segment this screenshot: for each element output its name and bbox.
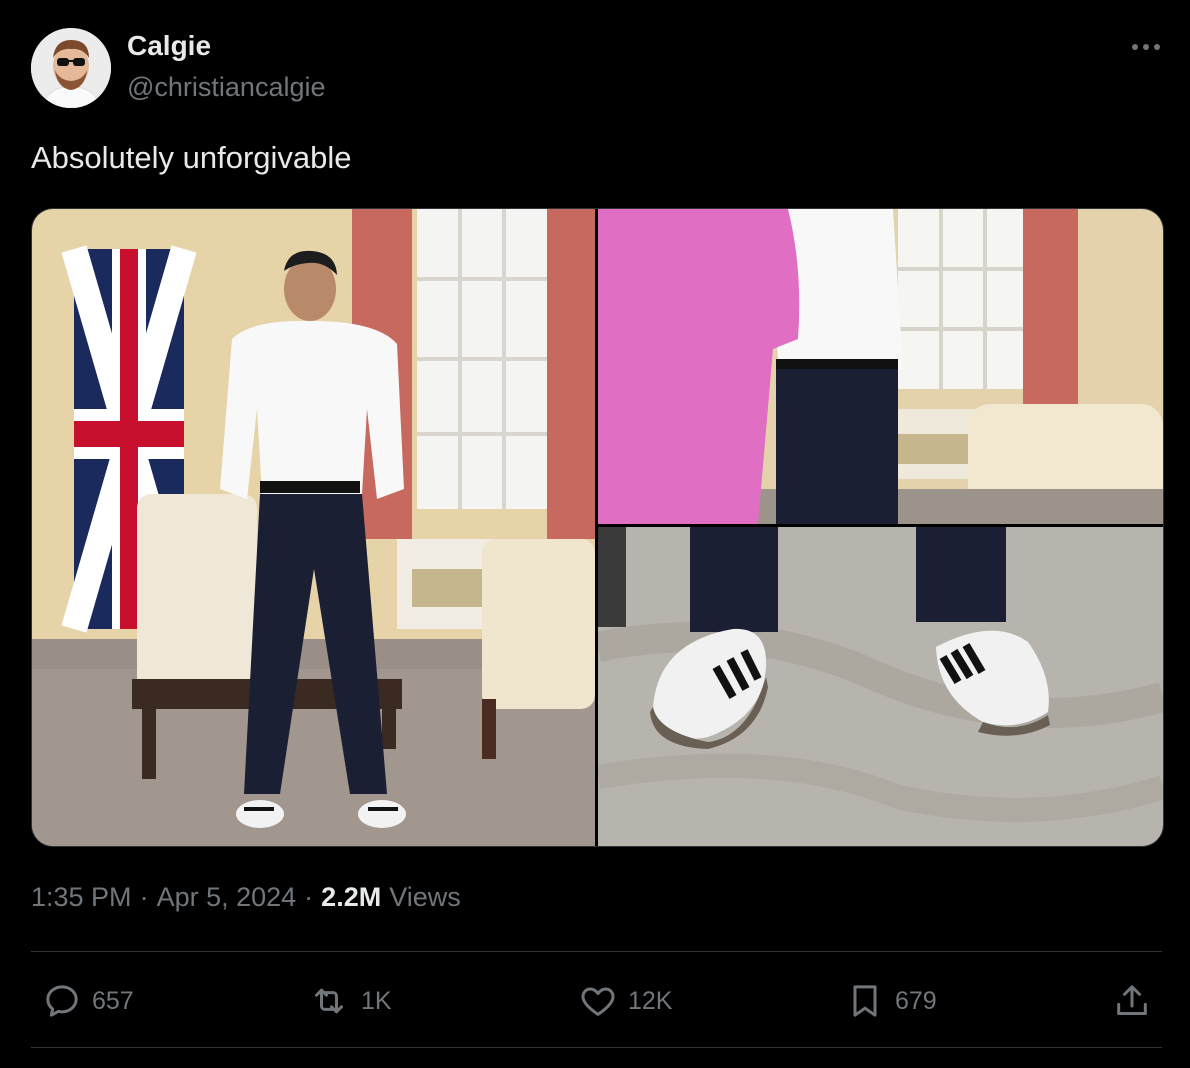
tweet-meta: 1:35 PM · Apr 5, 2024 · 2.2M Views <box>31 882 461 913</box>
repost-button[interactable]: 1K <box>307 978 392 1024</box>
author-handle[interactable]: @christiancalgie <box>127 72 326 103</box>
media-separator <box>598 524 1163 527</box>
heart-icon <box>581 987 615 1016</box>
bookmark-icon <box>853 985 877 1017</box>
reply-icon <box>46 985 78 1017</box>
like-count: 12K <box>628 986 673 1015</box>
divider <box>31 1047 1162 1048</box>
bookmark-button[interactable]: 679 <box>845 978 937 1024</box>
share-button[interactable] <box>1112 978 1152 1024</box>
photo-man-standing[interactable] <box>32 209 595 846</box>
bookmark-count: 679 <box>895 986 937 1015</box>
media-separator <box>595 209 598 846</box>
photo-sneakers-closeup[interactable] <box>598 527 1163 846</box>
tweet-time[interactable]: 1:35 PM <box>31 882 132 913</box>
like-button[interactable]: 12K <box>578 978 672 1024</box>
views-label: Views <box>389 882 461 912</box>
repost-icon <box>315 988 343 1014</box>
author-display-name[interactable]: Calgie <box>127 30 211 62</box>
avatar-image <box>31 28 111 108</box>
views-count: 2.2M <box>321 882 382 912</box>
photo-legs-pink-dress[interactable] <box>598 209 1163 524</box>
more-options-icon[interactable] <box>1126 30 1166 64</box>
separator-dot: · <box>139 882 149 912</box>
avatar[interactable] <box>31 28 111 108</box>
share-icon <box>1117 985 1147 1015</box>
tweet-date[interactable]: Apr 5, 2024 <box>157 882 297 913</box>
separator-dot: · <box>304 882 314 912</box>
media-grid <box>31 208 1164 847</box>
tweet-text: Absolutely unforgivable <box>31 140 352 175</box>
repost-count: 1K <box>361 986 392 1015</box>
reply-button[interactable]: 657 <box>42 978 134 1024</box>
reply-count: 657 <box>92 986 134 1015</box>
divider <box>31 951 1162 952</box>
